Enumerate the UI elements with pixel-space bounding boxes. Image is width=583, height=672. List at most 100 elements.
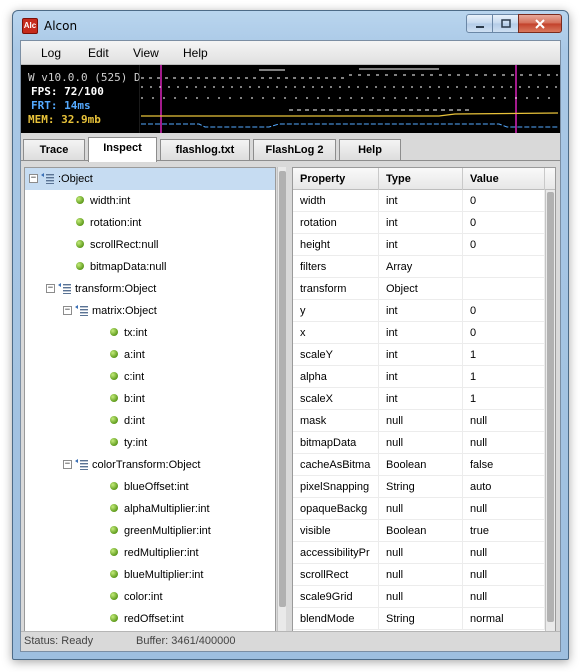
- property-row[interactable]: cacheAsBitma Boolean false: [293, 454, 545, 476]
- tree-node-object[interactable]: − matrix:Object: [25, 300, 275, 322]
- tree-scrollbar[interactable]: [277, 167, 286, 633]
- collapse-toggle-icon[interactable]: −: [63, 459, 72, 469]
- tree-node-leaf[interactable]: ty:int: [25, 432, 275, 454]
- property-row[interactable]: accessibilityPr null null: [293, 542, 545, 564]
- tab-flashlog-txt[interactable]: flashlog.txt: [160, 139, 250, 161]
- property-grid: Property Type Value width int 0 rotation int…: [292, 167, 556, 633]
- object-tree[interactable]: −:Object width:int rotation:int scrollRect:…: [24, 167, 276, 633]
- tree-node-leaf[interactable]: width:int: [25, 190, 275, 212]
- cell-type: int: [379, 190, 463, 212]
- cell-property: accessibilityPr: [293, 542, 379, 564]
- collapse-toggle-icon[interactable]: −: [63, 305, 72, 315]
- header-value[interactable]: Value: [463, 168, 545, 190]
- tree-scrollbar-thumb[interactable]: [279, 171, 286, 607]
- tree-node-leaf[interactable]: alphaMultiplier:int: [25, 498, 275, 520]
- tree-node-label: matrix:Object: [92, 305, 157, 317]
- property-row[interactable]: scaleX int 1: [293, 388, 545, 410]
- cell-value: 0: [463, 322, 545, 344]
- cell-value: null: [463, 498, 545, 520]
- cell-property: bitmapData: [293, 432, 379, 454]
- property-row[interactable]: filters Array: [293, 256, 545, 278]
- tree-node-leaf[interactable]: color:int: [25, 586, 275, 608]
- cell-type: null: [379, 410, 463, 432]
- tree-node-leaf[interactable]: bitmapData:null: [25, 256, 275, 278]
- tab-help[interactable]: Help: [339, 139, 401, 161]
- tree-node-leaf[interactable]: tx:int: [25, 322, 275, 344]
- leaf-node-icon: [76, 240, 84, 249]
- tree-node-leaf[interactable]: redOffset:int: [25, 608, 275, 630]
- cell-type: int: [379, 212, 463, 234]
- property-row[interactable]: alpha int 1: [293, 366, 545, 388]
- cell-type: int: [379, 344, 463, 366]
- object-node-icon: [75, 459, 88, 471]
- cell-property: filters: [293, 256, 379, 278]
- tree-node-object[interactable]: − transform:Object: [25, 278, 275, 300]
- property-row[interactable]: visible Boolean true: [293, 520, 545, 542]
- property-row[interactable]: opaqueBackg null null: [293, 498, 545, 520]
- title-bar[interactable]: Alc Alcon: [13, 11, 568, 41]
- tree-node-leaf[interactable]: c:int: [25, 366, 275, 388]
- property-row[interactable]: y int 0: [293, 300, 545, 322]
- tab-trace[interactable]: Trace: [23, 139, 85, 161]
- property-row[interactable]: scaleY int 1: [293, 344, 545, 366]
- tree-node-object[interactable]: − colorTransform:Object: [25, 454, 275, 476]
- cell-property: opaqueBackg: [293, 498, 379, 520]
- tree-node-leaf[interactable]: blueOffset:int: [25, 476, 275, 498]
- property-row[interactable]: height int 0: [293, 234, 545, 256]
- tree-node-leaf[interactable]: a:int: [25, 344, 275, 366]
- header-type[interactable]: Type: [379, 168, 463, 190]
- cell-type: null: [379, 564, 463, 586]
- property-row[interactable]: transform Object: [293, 278, 545, 300]
- tree-node-leaf[interactable]: d:int: [25, 410, 275, 432]
- cell-value: auto: [463, 476, 545, 498]
- performance-graph: [139, 65, 559, 133]
- tree-node-leaf[interactable]: redMultiplier:int: [25, 542, 275, 564]
- cell-type: String: [379, 608, 463, 630]
- tree-node-label: tx:int: [124, 327, 148, 339]
- tree-node-leaf[interactable]: greenMultiplier:int: [25, 520, 275, 542]
- property-row[interactable]: x int 0: [293, 322, 545, 344]
- cell-value: null: [463, 542, 545, 564]
- property-row[interactable]: width int 0: [293, 190, 545, 212]
- grid-scrollbar[interactable]: [545, 190, 555, 632]
- close-button[interactable]: [518, 14, 562, 33]
- maximize-button[interactable]: [492, 14, 519, 33]
- collapse-toggle-icon[interactable]: −: [29, 173, 38, 183]
- header-property[interactable]: Property: [293, 168, 379, 190]
- property-row[interactable]: scrollRect null null: [293, 564, 545, 586]
- property-row[interactable]: blendMode String normal: [293, 608, 545, 630]
- tree-node-leaf[interactable]: blueMultiplier:int: [25, 564, 275, 586]
- cell-type: Array: [379, 256, 463, 278]
- menu-edit[interactable]: Edit: [88, 46, 109, 60]
- menu-view[interactable]: View: [133, 46, 159, 60]
- tab-inspect[interactable]: Inspect: [88, 137, 157, 162]
- minimize-button[interactable]: [466, 14, 493, 33]
- object-node-icon: [41, 173, 54, 185]
- collapse-toggle-icon[interactable]: −: [46, 283, 55, 293]
- property-row[interactable]: pixelSnapping String auto: [293, 476, 545, 498]
- cell-type: Boolean: [379, 454, 463, 476]
- tree-node-leaf[interactable]: b:int: [25, 388, 275, 410]
- frt-readout: FRT: 14ms: [31, 99, 91, 112]
- tab-flashlog-2[interactable]: FlashLog 2: [253, 139, 336, 161]
- tree-node-leaf[interactable]: scrollRect:null: [25, 234, 275, 256]
- window-title: Alcon: [44, 19, 78, 33]
- cell-value: 1: [463, 344, 545, 366]
- property-row[interactable]: bitmapData null null: [293, 432, 545, 454]
- grid-scrollbar-thumb[interactable]: [547, 192, 554, 622]
- tree-node-label: transform:Object: [75, 283, 157, 295]
- cell-property: scrollRect: [293, 564, 379, 586]
- menu-log[interactable]: Log: [41, 46, 61, 60]
- app-logo-icon[interactable]: Alc: [22, 18, 38, 34]
- inspect-panel: −:Object width:int rotation:int scrollRect:…: [21, 160, 560, 633]
- cell-value: null: [463, 586, 545, 608]
- cell-property: blendMode: [293, 608, 379, 630]
- tree-node-leaf[interactable]: rotation:int: [25, 212, 275, 234]
- property-row[interactable]: scale9Grid null null: [293, 586, 545, 608]
- tree-node-object[interactable]: −:Object: [25, 168, 275, 190]
- property-row[interactable]: mask null null: [293, 410, 545, 432]
- property-row[interactable]: rotation int 0: [293, 212, 545, 234]
- fps-readout: FPS: 72/100: [31, 85, 104, 98]
- menu-help[interactable]: Help: [183, 46, 208, 60]
- cell-property: rotation: [293, 212, 379, 234]
